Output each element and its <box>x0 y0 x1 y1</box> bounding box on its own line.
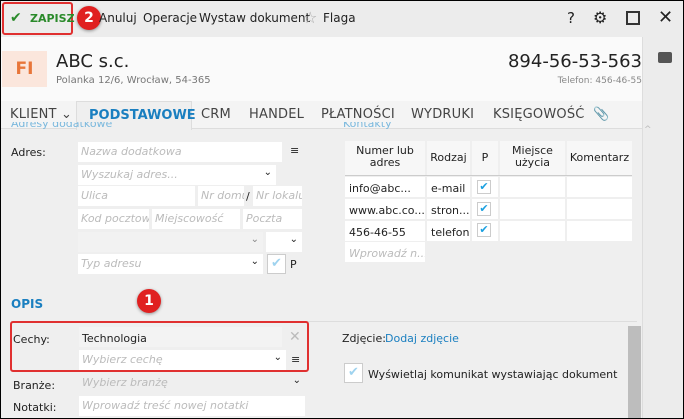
tab-handel[interactable]: HANDEL <box>249 107 304 122</box>
scroll-up-icon[interactable]: ^ <box>644 125 652 135</box>
zip-code-input[interactable]: Kod pocztowy <box>78 209 149 229</box>
tab-crm[interactable]: CRM <box>201 107 231 122</box>
maximize-icon[interactable] <box>626 11 640 25</box>
city-input[interactable]: Miejscowość <box>152 209 240 229</box>
paperclip-icon[interactable]: 📎 <box>593 107 609 122</box>
contacts-section-title: Kontakty <box>343 122 392 130</box>
primary-checkbox[interactable]: ✔ <box>477 180 491 194</box>
cell-value: info@abc... <box>345 177 425 197</box>
cell-type: telefon <box>427 221 470 241</box>
features-label: Cechy: <box>13 333 50 346</box>
save-button[interactable]: ✔ ZAPISZ <box>2 2 75 35</box>
feature-tag: Technologia <box>79 327 282 347</box>
toolbar: ✔ ZAPISZ 2 Anuluj Operacje Wystaw dokume… <box>1 1 683 37</box>
menu-icon[interactable]: ≡ <box>290 144 299 157</box>
header-p: P <box>472 141 498 175</box>
cell-comment[interactable] <box>567 199 632 219</box>
primary-checkbox[interactable]: ✔ <box>477 223 491 237</box>
address-p-label: P <box>290 258 297 271</box>
address-type-select[interactable]: Typ adresu ⌄ <box>78 254 263 274</box>
tab-platnosci[interactable]: PŁATNOŚCI <box>321 107 395 122</box>
cell-place[interactable] <box>500 199 565 219</box>
show-message-checkbox[interactable]: ✔ <box>344 363 363 383</box>
contractor-address: Polanka 12/6, Wrocław, 54-365 <box>56 75 211 86</box>
save-label: ZAPISZ <box>30 12 75 25</box>
photo-label: Zdjęcie: <box>342 332 386 345</box>
country-select[interactable]: ⌄ <box>78 232 263 252</box>
address-search-select[interactable]: Wyszukaj adres... ⌄ <box>78 165 276 185</box>
opis-title: OPIS <box>11 297 44 311</box>
cell-type: e-mail <box>427 177 470 197</box>
star-icon[interactable]: ☆ <box>303 8 317 27</box>
right-panel <box>642 37 683 418</box>
cell-type: stron... <box>427 199 470 219</box>
scrollbar-thumb[interactable] <box>628 326 641 418</box>
house-number-input[interactable]: Nr domu <box>198 186 244 206</box>
notes-input[interactable]: Wprowadź treść nowej notatki <box>79 396 305 416</box>
issue-document-button[interactable]: Wystaw dokument <box>199 11 310 25</box>
header-comment: Komentarz <box>567 141 632 175</box>
contractor-header: FI ABC s.c. Polanka 12/6, Wrocław, 54-36… <box>1 37 642 101</box>
header-place: Miejsce użycia <box>500 141 565 175</box>
comment-icon[interactable] <box>658 52 672 63</box>
post-office-input[interactable]: Poczta <box>243 209 302 229</box>
address-label: Adres: <box>11 146 46 159</box>
check-icon: ✔ <box>10 10 22 26</box>
region-select[interactable]: ⌄ <box>266 232 302 252</box>
tab-wydruki[interactable]: WYDRUKI <box>411 107 474 122</box>
flag-button[interactable]: Flaga <box>323 11 356 25</box>
close-icon[interactable]: ✕ <box>658 7 673 28</box>
operations-menu[interactable]: Operacje <box>143 11 197 25</box>
contractor-name: ABC s.c. <box>56 51 130 72</box>
cell-place[interactable] <box>500 221 565 241</box>
cancel-button[interactable]: Anuluj <box>99 11 137 25</box>
street-input[interactable]: Ulica <box>78 186 195 206</box>
show-message-label: Wyświetlaj komunikat wystawiając dokumen… <box>368 368 618 381</box>
add-photo-link[interactable]: Dodaj zdjęcie <box>385 332 459 345</box>
header-number: Numer lub adres <box>345 141 425 175</box>
menu-icon[interactable]: ≡ <box>291 353 300 366</box>
avatar: FI <box>2 51 47 87</box>
step-badge-2: 2 <box>77 6 101 30</box>
address-section-title: Adresy dodatkowe <box>11 122 113 130</box>
phone: Telefon: 456-46-55 <box>557 76 642 86</box>
step-badge-1: 1 <box>137 289 161 313</box>
flat-number-input[interactable]: Nr lokalu <box>253 186 302 206</box>
industries-select[interactable]: Wybierz branżę ⌄ <box>79 373 305 393</box>
address-name-input[interactable]: Nazwa dodatkowa <box>78 142 282 162</box>
separator: / <box>246 190 250 203</box>
industries-label: Branże: <box>13 379 56 392</box>
nip: 894-56-53-563 <box>507 51 642 72</box>
new-contact-input[interactable]: Wprowadź n... <box>345 242 425 262</box>
cell-value: 456-46-55 <box>345 221 425 241</box>
window: ✔ ZAPISZ 2 Anuluj Operacje Wystaw dokume… <box>1 1 683 418</box>
tab-klient[interactable]: KLIENT ⌄ <box>10 107 72 122</box>
cell-comment[interactable] <box>567 177 632 197</box>
remove-feature-icon[interactable]: ✕ <box>289 329 301 345</box>
help-icon[interactable]: ? <box>567 9 575 27</box>
address-p-checkbox[interactable]: ✔ <box>267 254 286 274</box>
notes-label: Notatki: <box>13 401 57 414</box>
primary-checkbox[interactable]: ✔ <box>477 202 491 216</box>
cell-comment[interactable] <box>567 221 632 241</box>
gear-icon[interactable]: ⚙ <box>593 8 607 27</box>
cell-value: www.abc.co... <box>345 199 425 219</box>
feature-select[interactable]: Wybierz cechę ⌄ <box>79 350 286 370</box>
tab-ksiegowosc[interactable]: KSIĘGOWOŚĆ <box>493 107 585 122</box>
cell-place[interactable] <box>500 177 565 197</box>
header-type: Rodzaj <box>427 141 470 175</box>
